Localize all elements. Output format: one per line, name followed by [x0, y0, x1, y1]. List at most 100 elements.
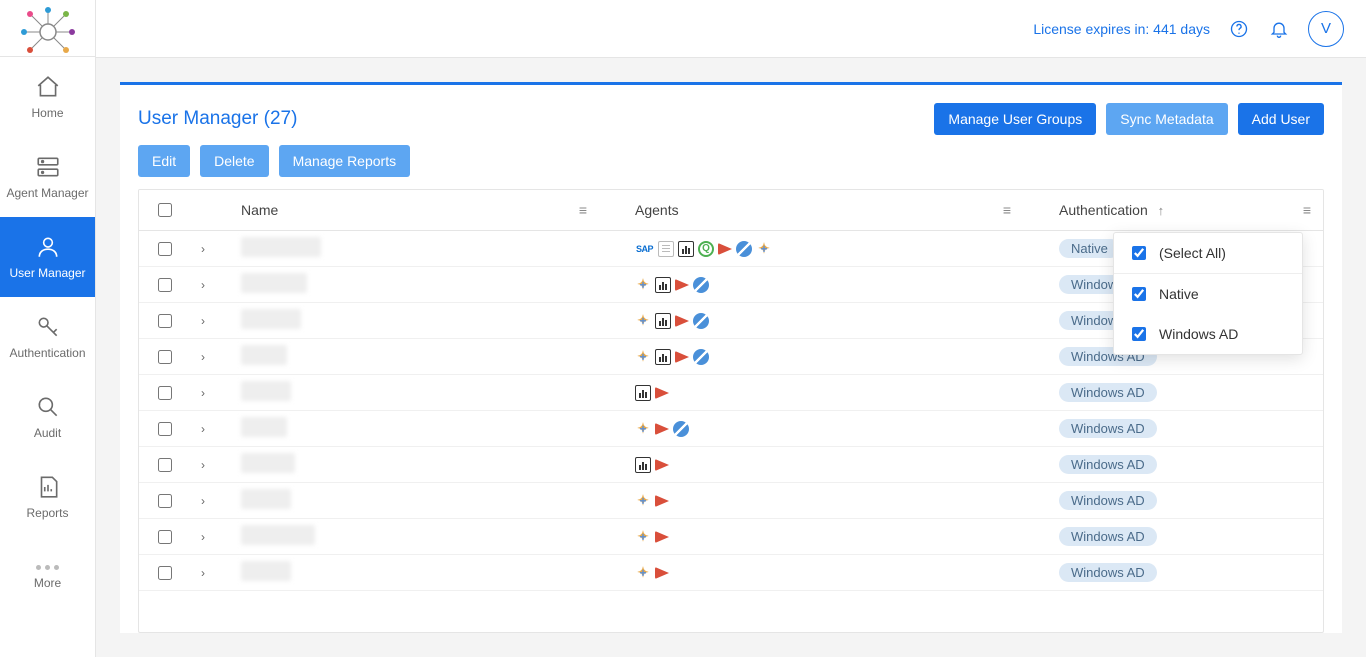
- row-expand[interactable]: ›: [189, 411, 229, 447]
- sort-asc-icon[interactable]: ↑: [1158, 203, 1165, 218]
- reports-icon: [35, 474, 61, 500]
- select-all-checkbox[interactable]: [158, 203, 172, 217]
- nav-agent-manager[interactable]: Agent Manager: [0, 137, 95, 217]
- row-expand[interactable]: ›: [189, 519, 229, 555]
- sidebar: Home Agent Manager User Manager Authenti…: [0, 0, 96, 657]
- agent-q-icon: Q: [698, 241, 714, 257]
- auth-badge: Windows AD: [1059, 491, 1157, 510]
- table-row: ›Windows AD: [139, 375, 1323, 411]
- edit-button[interactable]: Edit: [138, 145, 190, 177]
- agent-red-icon: [655, 567, 669, 579]
- avatar-initial: V: [1321, 20, 1331, 37]
- agent-plus-icon: [756, 241, 772, 257]
- agent-icons: [635, 529, 971, 545]
- more-icon: [36, 565, 59, 570]
- user-name-redacted: [241, 561, 291, 581]
- agent-icons: [635, 277, 971, 293]
- content: User Manager (27) Manage User Groups Syn…: [96, 58, 1366, 657]
- app-logo[interactable]: [18, 4, 78, 56]
- filter-select-all[interactable]: (Select All): [1114, 233, 1302, 273]
- row-checkbox[interactable]: [158, 458, 172, 472]
- row-checkbox[interactable]: [158, 350, 172, 364]
- sync-metadata-button[interactable]: Sync Metadata: [1106, 103, 1227, 135]
- nav-audit[interactable]: Audit: [0, 377, 95, 457]
- row-expand[interactable]: ›: [189, 339, 229, 375]
- col-agents-header[interactable]: Agents: [635, 202, 679, 218]
- agent-plus-icon: [635, 313, 651, 329]
- delete-button[interactable]: Delete: [200, 145, 268, 177]
- row-checkbox[interactable]: [158, 566, 172, 580]
- license-info[interactable]: License expires in: 441 days: [1033, 21, 1210, 37]
- agent-plus-icon: [635, 529, 651, 545]
- row-expand[interactable]: ›: [189, 375, 229, 411]
- nav-label: More: [34, 576, 61, 590]
- agent-blue-icon: [693, 277, 709, 293]
- user-name-redacted: [241, 525, 315, 545]
- table-row: › Windows AD: [139, 411, 1323, 447]
- user-avatar[interactable]: V: [1308, 11, 1344, 47]
- agent-icons: [635, 313, 971, 329]
- col-agents-menu[interactable]: ≡: [983, 190, 1023, 231]
- row-expand[interactable]: ›: [189, 555, 229, 591]
- col-auth-header[interactable]: Authentication: [1059, 202, 1148, 218]
- filter-option-label: Windows AD: [1159, 326, 1238, 342]
- nav-label: Home: [31, 106, 63, 120]
- agent-icons: [635, 385, 971, 401]
- manage-reports-button[interactable]: Manage Reports: [279, 145, 411, 177]
- row-expand[interactable]: ›: [189, 447, 229, 483]
- nav-home[interactable]: Home: [0, 57, 95, 137]
- user-name-redacted: [241, 309, 301, 329]
- nav-authentication[interactable]: Authentication: [0, 297, 95, 377]
- filter-option[interactable]: Windows AD: [1114, 314, 1302, 354]
- nav-more[interactable]: More: [0, 537, 95, 617]
- filter-option-checkbox[interactable]: [1132, 287, 1146, 301]
- agent-plus-icon: [635, 493, 651, 509]
- agent-red-icon: [718, 243, 732, 255]
- row-checkbox[interactable]: [158, 386, 172, 400]
- filter-option-label: Native: [1159, 286, 1199, 302]
- row-expand[interactable]: ›: [189, 267, 229, 303]
- table-row: › Windows AD: [139, 519, 1323, 555]
- agent-icons: SAP Q: [635, 241, 971, 257]
- add-user-button[interactable]: Add User: [1238, 103, 1324, 135]
- row-checkbox[interactable]: [158, 494, 172, 508]
- agent-icons: [635, 565, 971, 581]
- row-checkbox[interactable]: [158, 278, 172, 292]
- row-expand[interactable]: ›: [189, 231, 229, 267]
- user-table: Name ≡ Agents ≡ Authentication ↑: [138, 189, 1324, 633]
- user-name-redacted: [241, 381, 291, 401]
- agent-icons: [635, 457, 971, 473]
- table-row: ›Windows AD: [139, 555, 1323, 591]
- col-name-menu[interactable]: ≡: [559, 190, 599, 231]
- home-icon: [35, 74, 61, 100]
- agent-icons: [635, 349, 971, 365]
- manage-user-groups-button[interactable]: Manage User Groups: [934, 103, 1096, 135]
- row-checkbox[interactable]: [158, 314, 172, 328]
- row-checkbox[interactable]: [158, 242, 172, 256]
- col-name-header[interactable]: Name: [241, 202, 278, 218]
- agent-icons: [635, 493, 971, 509]
- nav-reports[interactable]: Reports: [0, 457, 95, 537]
- row-checkbox[interactable]: [158, 422, 172, 436]
- auth-filter-popover: (Select All) Native Windows AD: [1113, 232, 1303, 355]
- filter-option-checkbox[interactable]: [1132, 327, 1146, 341]
- help-button[interactable]: [1228, 18, 1250, 40]
- nav-user-manager[interactable]: User Manager: [0, 217, 95, 297]
- filter-select-all-checkbox[interactable]: [1132, 246, 1146, 260]
- user-name-redacted: [241, 237, 321, 257]
- agent-chart-icon: [635, 385, 651, 401]
- filter-option[interactable]: Native: [1114, 274, 1302, 314]
- agent-red-icon: [655, 423, 669, 435]
- bell-icon: [1269, 19, 1289, 39]
- row-expand[interactable]: ›: [189, 303, 229, 339]
- agent-sap-icon: SAP: [635, 241, 654, 257]
- auth-badge: Windows AD: [1059, 527, 1157, 546]
- auth-badge: Windows AD: [1059, 419, 1157, 438]
- col-auth-menu[interactable]: ≡: [1283, 190, 1323, 231]
- nav-label: User Manager: [9, 266, 85, 280]
- notifications-button[interactable]: [1268, 18, 1290, 40]
- agent-doc-icon: [658, 241, 674, 257]
- row-expand[interactable]: ›: [189, 483, 229, 519]
- row-checkbox[interactable]: [158, 530, 172, 544]
- agent-red-icon: [655, 495, 669, 507]
